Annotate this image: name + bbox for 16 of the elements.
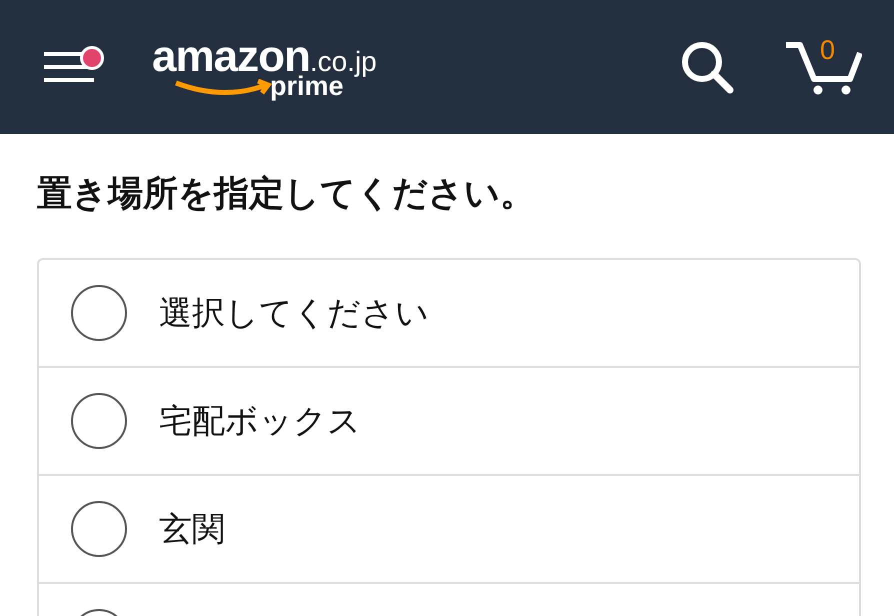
radio-button[interactable] — [71, 285, 127, 341]
search-button[interactable] — [680, 40, 734, 94]
option-label: 宅配ボックス — [159, 400, 361, 442]
radio-button[interactable] — [71, 393, 127, 449]
radio-button[interactable] — [71, 501, 127, 557]
option-row[interactable]: 玄関 — [39, 474, 859, 582]
page-title: 置き場所を指定してください。 — [37, 173, 536, 216]
search-icon — [680, 40, 734, 94]
cart-button[interactable]: 0 — [784, 39, 862, 95]
option-row[interactable]: 選択してください — [39, 260, 859, 366]
cart-icon — [784, 39, 862, 95]
option-label: 選択してください — [159, 292, 429, 334]
option-label: 玄関 — [159, 508, 225, 550]
menu-icon — [44, 50, 96, 84]
option-row[interactable]: 宅配ボックス — [39, 366, 859, 474]
amazon-prime-logo[interactable]: amazon.co.jp prime — [152, 34, 377, 100]
